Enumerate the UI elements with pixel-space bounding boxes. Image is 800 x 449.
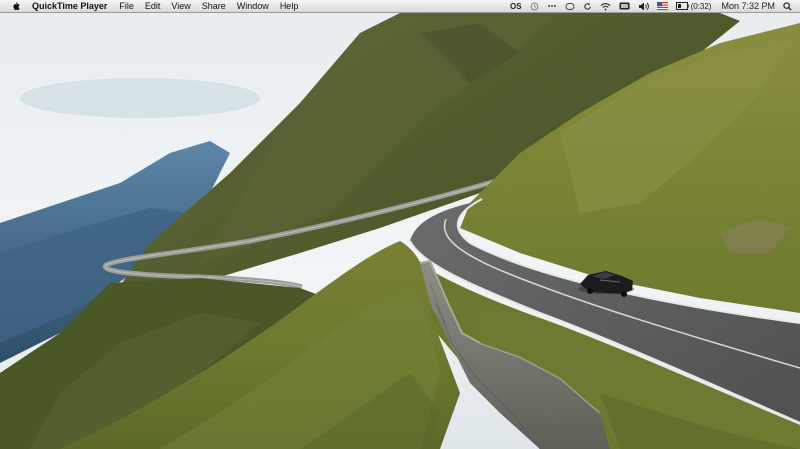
- menu-window[interactable]: Window: [237, 0, 269, 12]
- sync-icon[interactable]: [565, 2, 575, 11]
- apple-logo-icon[interactable]: [11, 1, 23, 11]
- display-icon[interactable]: [619, 2, 630, 10]
- dots-icon[interactable]: [547, 3, 557, 9]
- status-area: OS (0:32) Mon 7:32 PM: [510, 0, 792, 12]
- time-machine-icon[interactable]: [530, 2, 539, 11]
- input-menu-label[interactable]: OS: [510, 2, 522, 11]
- wifi-icon[interactable]: [600, 2, 611, 11]
- menu-edit[interactable]: Edit: [145, 0, 161, 12]
- app-menu-quicktime[interactable]: QuickTime Player: [32, 0, 107, 12]
- menu-bar: QuickTime Player File Edit View Share Wi…: [0, 0, 800, 13]
- menu-file[interactable]: File: [119, 0, 134, 12]
- volume-icon[interactable]: [638, 2, 649, 11]
- battery-icon[interactable]: (0:32): [675, 1, 712, 11]
- us-flag-icon[interactable]: [656, 2, 668, 10]
- video-player-frame[interactable]: [0, 13, 800, 449]
- menu-help[interactable]: Help: [280, 0, 299, 12]
- menu-share[interactable]: Share: [202, 0, 226, 12]
- battery-time: (0:32): [690, 1, 712, 11]
- mountain-road-scene: [0, 13, 800, 449]
- refresh-icon[interactable]: [583, 2, 592, 11]
- spotlight-search-icon[interactable]: [783, 1, 792, 11]
- menu-view[interactable]: View: [171, 0, 190, 12]
- menubar-clock[interactable]: Mon 7:32 PM: [721, 1, 775, 11]
